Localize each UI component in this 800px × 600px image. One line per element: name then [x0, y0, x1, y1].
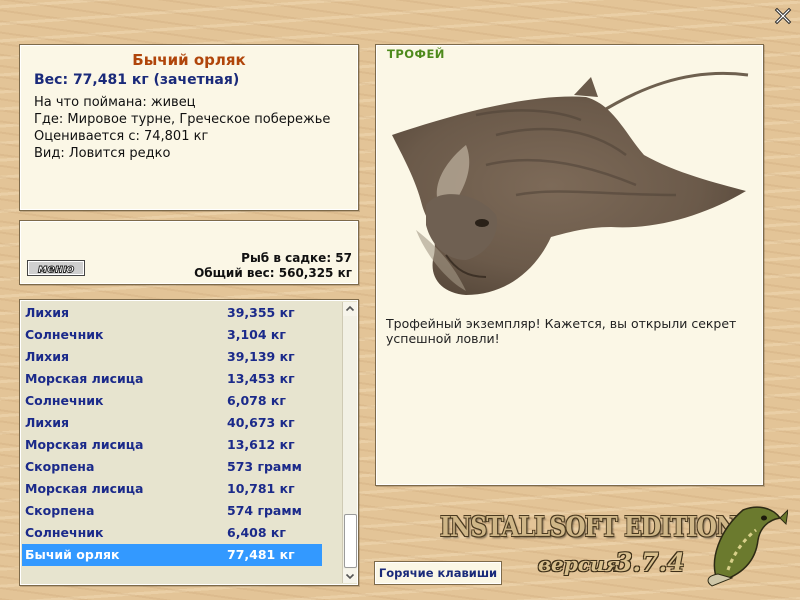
list-item-weight: 39,355 кг [227, 305, 295, 320]
edition-title: INSTALLSOFT EDITION [440, 512, 737, 543]
version-label: версия [538, 552, 621, 576]
list-item-name: Морская лисица [25, 481, 144, 496]
list-item-name: Лихия [25, 349, 69, 364]
list-item[interactable]: Скорпена 574 грамм [20, 500, 340, 522]
list-item[interactable]: Лихия 39,355 кг [20, 302, 340, 324]
fish-weight: Вес: 77,481 кг (зачетная) [34, 72, 240, 88]
list-item-name: Скорпена [25, 503, 95, 518]
list-item-weight: 573 грамм [227, 459, 302, 474]
close-icon[interactable] [773, 6, 793, 26]
pike-logo-icon [707, 506, 788, 587]
list-item-name: Лихия [25, 415, 69, 430]
list-item[interactable]: Солнечник 6,408 кг [20, 522, 340, 544]
fish-name: Бычий орляк [132, 51, 246, 69]
list-item[interactable]: Лихия 40,673 кг [20, 412, 340, 434]
catch-count: Рыб в садке: 57 [241, 251, 352, 265]
total-weight: Общий вес: 560,325 кг [194, 266, 352, 280]
list-item-weight: 77,481 кг [227, 547, 295, 562]
value-line: Оценивается с: 74,801 кг [34, 129, 209, 144]
version-number: 3.7.4 [615, 548, 685, 577]
list-item-weight: 3,104 кг [227, 327, 286, 342]
catch-list: Лихия 39,355 кг Солнечник 3,104 кг Лихия 39,1… [20, 302, 340, 566]
catch-list-panel: Лихия 39,355 кг Солнечник 3,104 кг Лихия 39,1… [19, 299, 359, 586]
trophy-panel: ТРОФЕЙ Трофейный экземпляр! Кажется, вы … [375, 44, 764, 486]
list-item[interactable]: Морская лисица 13,612 кг [20, 434, 340, 456]
list-item[interactable]: Солнечник 6,078 кг [20, 390, 340, 412]
hotkeys-button[interactable]: Горячие клавиши [374, 561, 502, 585]
list-item-name: Бычий орляк [25, 547, 120, 562]
list-item-weight: 39,139 кг [227, 349, 295, 364]
trophy-description: Трофейный экземпляр! Кажется, вы открыли… [386, 316, 737, 346]
list-item-weight: 40,673 кг [227, 415, 295, 430]
list-item-name: Солнечник [25, 525, 104, 540]
scrollbar[interactable] [342, 302, 357, 583]
list-item[interactable]: Бычий орляк 77,481 кг [22, 544, 322, 566]
list-item-weight: 6,078 кг [227, 393, 286, 408]
kind-line: Вид: Ловится редко [34, 146, 171, 161]
list-item[interactable]: Солнечник 3,104 кг [20, 324, 340, 346]
menu-button[interactable]: меню [27, 260, 85, 276]
list-item-name: Морская лисица [25, 437, 144, 452]
list-item-name: Солнечник [25, 393, 104, 408]
scroll-thumb[interactable] [344, 514, 357, 568]
list-item[interactable]: Скорпена 573 грамм [20, 456, 340, 478]
list-item[interactable]: Морская лисица 13,453 кг [20, 368, 340, 390]
bait-line: На что поймана: живец [34, 95, 196, 110]
menu-button-label: меню [38, 262, 74, 276]
list-item-weight: 6,408 кг [227, 525, 286, 540]
list-item[interactable]: Лихия 39,139 кг [20, 346, 340, 368]
fish-info-panel: Бычий орляк Вес: 77,481 кг (зачетная) На… [19, 44, 359, 211]
list-item-name: Морская лисица [25, 371, 144, 386]
list-item-name: Солнечник [25, 327, 104, 342]
list-item-weight: 13,453 кг [227, 371, 295, 386]
scroll-down-icon[interactable] [343, 569, 357, 583]
keepnet-summary-panel: меню Рыб в садке: 57 Общий вес: 560,325 … [19, 220, 359, 285]
list-item-name: Скорпена [25, 459, 95, 474]
location-line: Где: Мировое турне, Греческое побережье [34, 112, 331, 127]
list-item-weight: 13,612 кг [227, 437, 295, 452]
list-item-weight: 10,781 кг [227, 481, 295, 496]
list-item[interactable]: Морская лисица 10,781 кг [20, 478, 340, 500]
eagle-ray-image [392, 71, 749, 295]
scroll-up-icon[interactable] [343, 302, 357, 316]
list-item-name: Лихия [25, 305, 69, 320]
list-item-weight: 574 грамм [227, 503, 302, 518]
